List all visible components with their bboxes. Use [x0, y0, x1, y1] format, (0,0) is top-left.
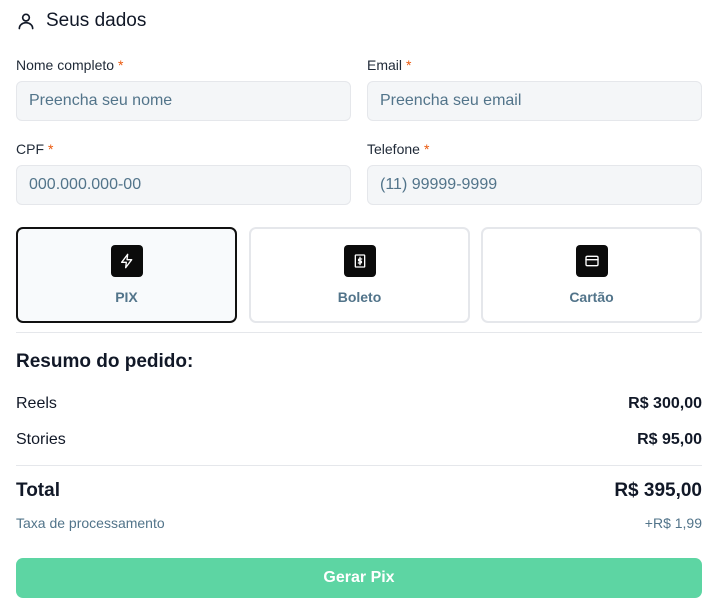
email-label: Email * — [367, 56, 702, 74]
phone-label-text: Telefone — [367, 141, 420, 157]
cpf-field: CPF * — [16, 140, 351, 205]
total-row: Total R$ 395,00 — [16, 480, 702, 502]
lightning-icon — [110, 245, 143, 277]
cpf-label: CPF * — [16, 140, 351, 158]
total-value: R$ 395,00 — [614, 480, 702, 501]
email-field: Email * — [367, 56, 702, 121]
full-name-input[interactable] — [16, 81, 351, 121]
payment-option-pix[interactable]: PIX — [16, 227, 237, 323]
summary-title: Resumo do pedido: — [16, 351, 194, 372]
phone-label: Telefone * — [367, 140, 702, 158]
email-input[interactable] — [367, 81, 702, 121]
generate-pix-button[interactable]: Gerar Pix — [16, 558, 702, 598]
divider — [16, 332, 702, 333]
payment-option-boleto[interactable]: Boleto — [249, 227, 470, 323]
summary-item-name: Reels — [16, 395, 57, 412]
cpf-label-text: CPF — [16, 141, 44, 157]
user-icon — [16, 11, 36, 31]
cpf-input[interactable] — [16, 165, 351, 205]
fee-value: +R$ 1,99 — [644, 515, 702, 531]
fee-row: Taxa de processamento +R$ 1,99 — [16, 515, 702, 531]
required-marker: * — [423, 141, 430, 157]
required-marker: * — [118, 57, 124, 73]
summary-item-row: Stories R$ 95,00 — [16, 431, 702, 449]
phone-field: Telefone * — [367, 140, 702, 205]
required-marker: * — [406, 57, 412, 73]
divider — [16, 465, 702, 466]
email-label-text: Email — [367, 57, 403, 73]
dollar-receipt-icon — [343, 245, 376, 277]
required-marker: * — [48, 141, 54, 157]
total-label: Total — [16, 480, 60, 501]
payment-option-label: PIX — [115, 289, 138, 305]
full-name-label: Nome completo * — [16, 56, 351, 74]
summary-item-row: Reels R$ 300,00 — [16, 395, 702, 413]
payment-option-label: Cartão — [569, 289, 614, 305]
summary-item-price: R$ 300,00 — [628, 395, 702, 412]
full-name-label-text: Nome completo — [16, 57, 115, 73]
payment-option-card[interactable]: Cartão — [481, 227, 702, 323]
summary-item-name: Stories — [16, 431, 66, 448]
section-title: Seus dados — [46, 10, 147, 31]
fee-label: Taxa de processamento — [16, 515, 165, 531]
credit-card-icon — [575, 245, 608, 277]
summary-item-price: R$ 95,00 — [637, 431, 702, 448]
payment-option-label: Boleto — [337, 289, 382, 305]
phone-input[interactable] — [367, 165, 702, 205]
section-header: Seus dados — [16, 9, 146, 33]
full-name-field: Nome completo * — [16, 56, 351, 121]
